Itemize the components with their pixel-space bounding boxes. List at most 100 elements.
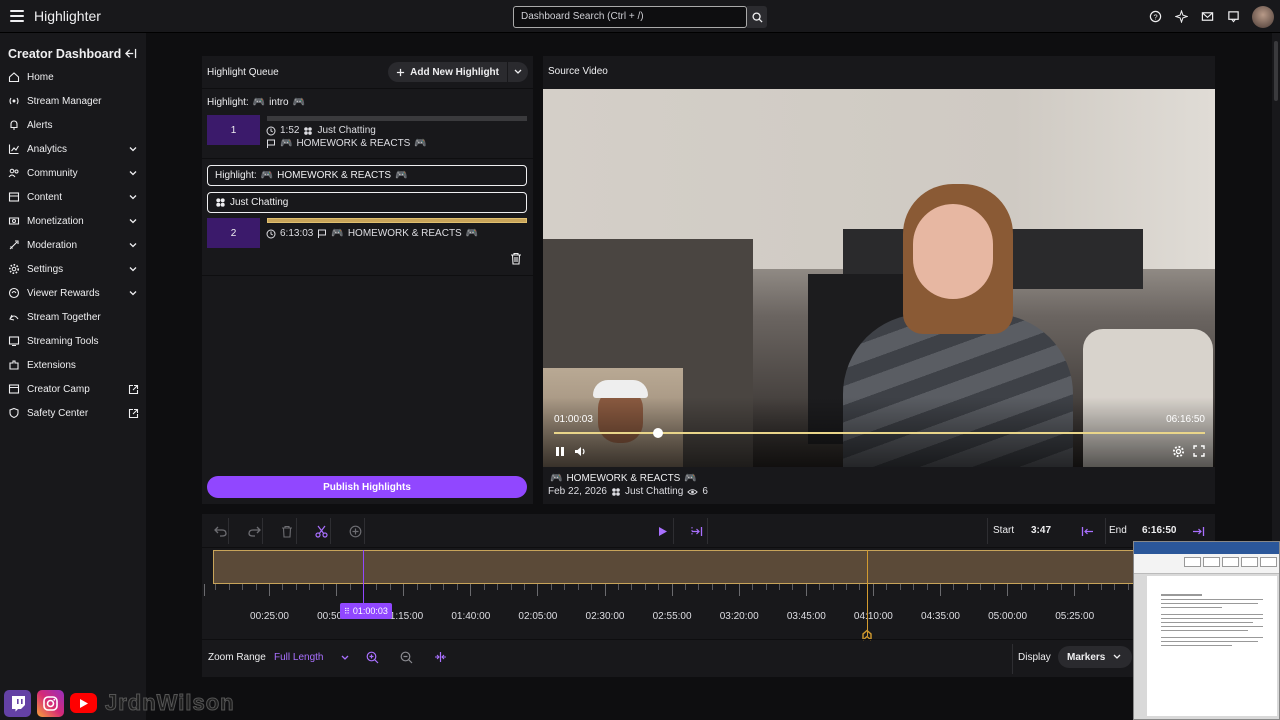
highlight-1-number[interactable]: 1 [207,115,260,145]
sidebar-item-moderation[interactable]: Moderation [0,233,146,257]
queue-title: Highlight Queue [207,66,279,78]
pause-icon[interactable] [553,444,567,458]
menu-icon[interactable] [6,5,28,27]
zoom-range-select[interactable]: Full Length [274,652,349,663]
zoom-fit-icon[interactable] [433,650,447,664]
sidebar-item-content[interactable]: Content [0,185,146,209]
trash-icon[interactable] [510,252,524,266]
divider [202,275,533,276]
plus-icon [397,68,405,76]
chevron-down-icon [128,216,138,226]
sidebar-item-creator-camp[interactable]: Creator Camp [0,377,146,401]
gear-icon[interactable] [1171,444,1185,458]
sidebar-item-viewer-rewards[interactable]: Viewer Rewards [0,281,146,305]
undo-icon[interactable] [212,523,228,539]
timeline-end-line[interactable] [867,550,868,636]
ruler-minor-tick [913,584,915,590]
display-select[interactable]: Markers [1058,646,1132,668]
stream-together-icon [8,311,20,323]
sidebar-item-label: Moderation [27,239,78,251]
highlight-1-category: Just Chatting [317,125,376,136]
game-controller-icon: 🎮 [550,473,563,484]
sidebar-item-safety-center[interactable]: Safety Center [0,401,146,425]
add-new-highlight-button[interactable]: Add New Highlight [388,62,528,82]
collapse-sidebar-icon[interactable] [124,48,137,59]
zoom-in-icon[interactable] [365,650,379,664]
sidebar-item-analytics[interactable]: Analytics [0,137,146,161]
add-highlight-dropdown[interactable] [508,62,528,82]
sidebar-item-streaming-tools[interactable]: Streaming Tools [0,329,146,353]
sidebar-item-monetization[interactable]: Monetization [0,209,146,233]
ruler-tick-label: 01:40:00 [451,611,491,622]
sidebar-item-settings[interactable]: Settings [0,257,146,281]
ruler-minor-tick [510,584,512,590]
highlight-1-title[interactable]: Highlight: 🎮 intro 🎮 [207,97,305,108]
ruler-minor-tick [550,584,552,590]
ruler-minor-tick [752,584,754,590]
sidebar-item-label: Viewer Rewards [27,287,100,299]
end-label: End [1109,525,1127,536]
ruler-minor-tick [416,584,418,590]
ruler-minor-tick [1060,584,1062,590]
ruler-minor-tick [980,584,982,590]
rewards-icon [8,287,20,299]
highlight-2-duration: 6:13:03 [280,228,314,239]
whispers-icon[interactable] [1226,10,1240,24]
search-button[interactable] [747,6,767,28]
seek-bar[interactable] [554,432,1205,434]
play-icon[interactable] [655,523,671,539]
ruler-major-tick [1007,584,1009,596]
ruler-minor-tick [295,584,297,590]
highlight-2-number[interactable]: 2 [207,218,260,248]
ruler-major-tick [671,584,673,596]
zoom-out-icon[interactable] [399,650,413,664]
set-end-icon[interactable] [1190,523,1206,539]
scissors-icon[interactable] [313,523,329,539]
end-value[interactable]: 6:16:50 [1142,525,1176,536]
start-value[interactable]: 3:47 [1031,525,1051,536]
search-input[interactable]: Dashboard Search (Ctrl + /) [513,6,747,28]
timeline-clip-track[interactable] [213,550,1143,584]
highlight-1-prefix: Highlight: [207,97,249,108]
streamer-handle: JrdnWilson [105,690,235,716]
playhead-time-label[interactable]: ⠿ 01:00:03 [340,603,392,619]
source-video-info-meta: Feb 22, 2026 Just Chatting 6 [548,486,708,497]
chevron-down-icon [342,655,349,660]
ruler-minor-tick [685,584,687,590]
ruler-tick-label: 03:20:00 [719,611,759,622]
game-controller-icon: 🎮 [280,138,293,149]
highlight-2-title-field[interactable]: Highlight: 🎮 HOMEWORK & REACTS 🎮 [207,165,527,186]
ruler-minor-tick [483,584,485,590]
sidebar-item-stream-manager[interactable]: Stream Manager [0,89,146,113]
add-marker-icon[interactable] [347,523,363,539]
sparkle-icon[interactable] [1174,10,1188,24]
sidebar-item-stream-together[interactable]: Stream Together [0,305,146,329]
ruler-minor-tick [1020,584,1022,590]
delete-icon[interactable] [279,523,295,539]
ruler-minor-tick [349,584,351,590]
video-player[interactable]: 01:00:03 06:16:50 [543,89,1215,467]
add-highlight-main[interactable]: Add New Highlight [388,62,508,82]
ruler-minor-tick [564,584,566,590]
avatar[interactable] [1252,5,1274,28]
chevron-down-icon [128,168,138,178]
play-to-end-icon[interactable] [689,523,705,539]
ruler-minor-tick [577,584,579,590]
source-video-panel: Source Video 01:00:03 06:16:50 🎮 HOMEWOR… [543,56,1215,504]
timeline-toolbar: Start 3:47 End 6:16:50 [202,514,1215,548]
volume-icon[interactable] [573,444,587,458]
sidebar-item-community[interactable]: Community [0,161,146,185]
help-icon[interactable]: ? [1148,10,1162,24]
highlight-2-category-field[interactable]: Just Chatting [207,192,527,213]
ruler-tick-label: 05:25:00 [1055,611,1095,622]
fullscreen-icon[interactable] [1192,444,1206,458]
sidebar-item-alerts[interactable]: Alerts [0,113,146,137]
publish-highlights-button[interactable]: Publish Highlights [207,476,527,498]
sidebar-item-extensions[interactable]: Extensions [0,353,146,377]
ruler-minor-tick [792,584,794,590]
set-start-icon[interactable] [1079,523,1095,539]
ruler-minor-tick [309,584,311,590]
inbox-icon[interactable] [1200,10,1214,24]
sidebar-item-home[interactable]: Home [0,65,146,89]
redo-icon[interactable] [246,523,262,539]
